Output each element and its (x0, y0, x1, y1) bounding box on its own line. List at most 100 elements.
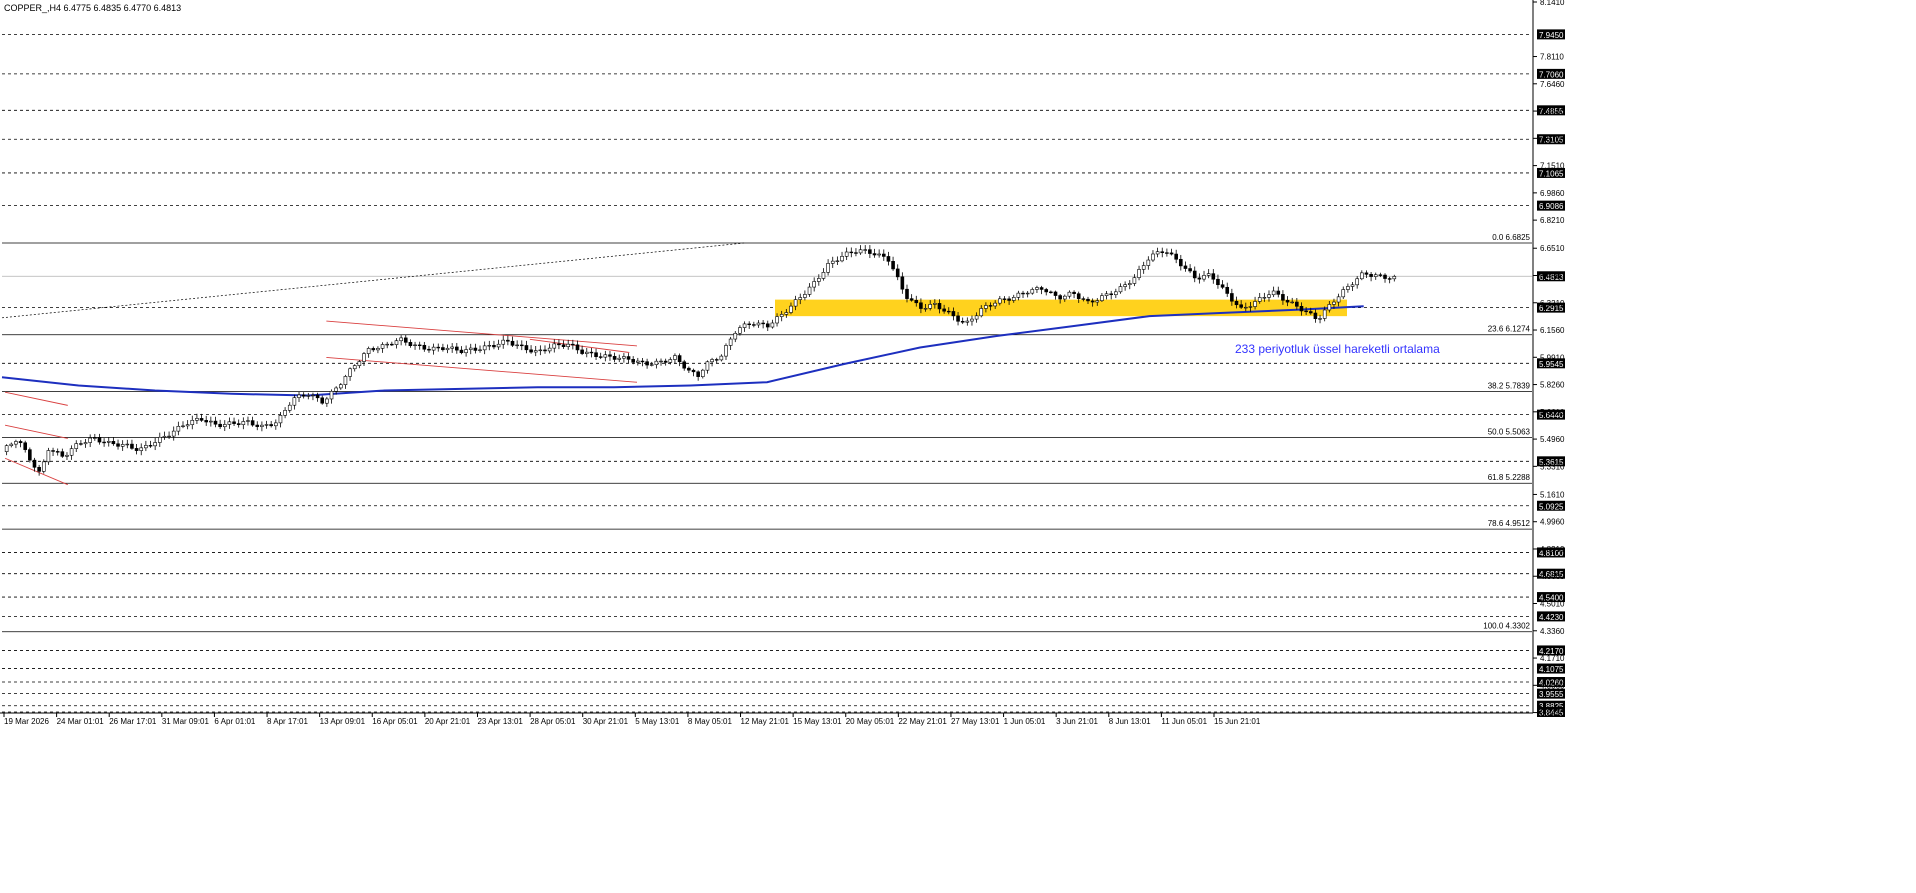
candle-body (1030, 289, 1035, 294)
candle-body (1225, 286, 1230, 294)
candle-body (1072, 291, 1076, 295)
candle-body (821, 272, 826, 279)
candle-body (1179, 258, 1183, 267)
candle-body (807, 286, 812, 295)
price-axis-tick-label: 5.6610 (1540, 408, 1565, 417)
time-axis-tick-label: 19 Mar 2026 (4, 717, 49, 726)
candle-body (1271, 290, 1276, 296)
time-axis-tick-label: 12 May 21:01 (741, 717, 790, 726)
level-price-label: 6.9086 (1539, 202, 1564, 211)
price-axis-tick-label: 4.3360 (1540, 627, 1565, 636)
candle-body (933, 303, 937, 305)
candle-body (798, 297, 803, 300)
candle-body (455, 346, 459, 351)
candle-body (264, 424, 269, 426)
candle-body (617, 357, 622, 360)
candle-body (190, 419, 195, 425)
candle-body (858, 249, 863, 254)
candle-body (1257, 297, 1262, 302)
candle-body (445, 347, 450, 351)
candle-body (519, 344, 524, 347)
candle-body (1234, 300, 1239, 306)
candle-body (1100, 295, 1104, 301)
candle-body (55, 451, 60, 453)
candle-body (269, 424, 273, 427)
candle-body (547, 347, 552, 352)
candle-body (362, 353, 366, 362)
fib-level-label: 100.0 4.3302 (1483, 622, 1530, 631)
candle-body (153, 442, 157, 447)
candle-body (612, 356, 617, 360)
candle-body (1146, 259, 1151, 266)
candle-body (524, 345, 529, 351)
candle-body (835, 260, 840, 262)
candle-body (654, 360, 659, 365)
candle-body (543, 349, 547, 352)
candle-body (626, 356, 631, 360)
candle-body (431, 346, 436, 351)
candle-body (812, 281, 816, 288)
candle-body (538, 349, 543, 352)
price-axis-tick-label: 7.8110 (1540, 53, 1564, 62)
time-axis-tick-label: 8 May 05:01 (688, 717, 733, 726)
candle-body (988, 305, 993, 307)
candle-body (292, 397, 297, 406)
candle-body (951, 311, 956, 317)
candle-body (459, 349, 464, 354)
candle-body (640, 360, 645, 363)
time-axis-tick-label: 11 Jun 05:01 (1161, 717, 1207, 726)
candle-body (714, 359, 719, 361)
candle-body (315, 394, 320, 399)
candle-body (487, 345, 492, 347)
candle-body (789, 305, 793, 313)
candle-body (18, 441, 23, 444)
candle-body (1211, 273, 1216, 280)
candle-body (320, 397, 325, 404)
candle-body (195, 418, 199, 421)
price-axis-tick-label: 8.1410 (1540, 0, 1565, 7)
candle-body (761, 322, 765, 325)
candle-body (886, 256, 891, 262)
candle-body (960, 320, 965, 323)
candle-body (4, 445, 9, 452)
candle-body (594, 352, 598, 357)
candle-body (1123, 284, 1127, 287)
candle-body (1267, 294, 1271, 298)
candle-body (380, 344, 385, 349)
time-axis-tick-label: 16 Apr 05:01 (372, 717, 418, 726)
chart-container[interactable]: 7.9450 7.7060 7.4855 7.3105 7.1065 6.9086 6.29… (0, 0, 1916, 888)
candle-body (74, 443, 79, 449)
candle-body (329, 390, 334, 400)
price-chart[interactable]: 7.94507.70607.48557.31057.10656.90866.29… (0, 0, 1916, 888)
candle-body (826, 263, 830, 273)
candle-body (1290, 301, 1294, 304)
level-price-label: 7.1065 (1539, 169, 1564, 178)
candle-body (1137, 269, 1141, 278)
level-price-label: 5.0925 (1539, 502, 1564, 511)
candle-body (301, 394, 306, 397)
candle-body (571, 343, 575, 346)
candle-body (946, 310, 951, 313)
candle-body (840, 256, 844, 262)
candle-body (176, 426, 181, 432)
candle-body (784, 312, 789, 315)
time-axis-tick-label: 27 May 13:01 (951, 717, 1000, 726)
price-axis-tick-label: 7.4810 (1540, 107, 1565, 116)
candle-body (1392, 276, 1397, 280)
candle-body (167, 435, 171, 438)
candle-body (1174, 253, 1178, 260)
candle-body (1067, 291, 1072, 297)
candle-body (622, 356, 626, 359)
candle-body (1053, 291, 1058, 296)
support-zone-rect (775, 299, 1347, 317)
candle-body (979, 308, 984, 317)
candle-body (970, 318, 974, 322)
candle-body (93, 437, 97, 439)
candle-body (608, 354, 612, 357)
time-axis-tick-label: 20 May 05:01 (846, 717, 895, 726)
candle-body (185, 424, 190, 427)
candle-body (1002, 298, 1007, 300)
candle-body (1383, 274, 1387, 279)
time-axis-tick-label: 15 Jun 21:01 (1214, 717, 1261, 726)
symbol-info-header: COPPER_,H4 6.4775 6.4835 6.4770 6.4813 (4, 3, 181, 13)
